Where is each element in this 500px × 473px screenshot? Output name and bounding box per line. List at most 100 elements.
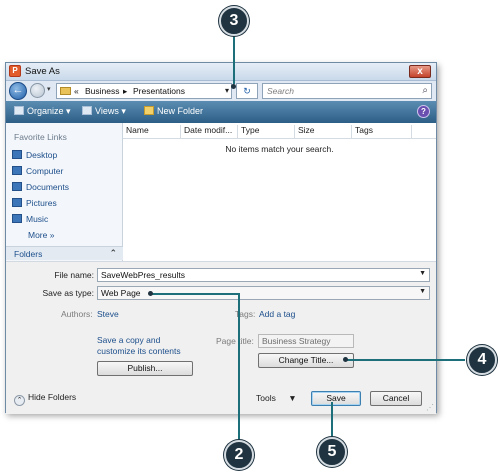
- favorite-link-pictures[interactable]: Pictures: [12, 198, 57, 211]
- computer-icon: [12, 166, 22, 175]
- callout-4-anchor: [343, 357, 348, 362]
- title-bar: P Save As x: [6, 63, 436, 81]
- callout-4-leader: [345, 359, 465, 361]
- file-name-label: File name:: [54, 270, 94, 280]
- chevron-up-icon: ⌃: [14, 395, 25, 406]
- favorite-link-label: Computer: [26, 166, 64, 176]
- file-name-value: SaveWebPres_results: [101, 270, 185, 280]
- header-divider: [123, 138, 436, 139]
- breadcrumb-business[interactable]: Business: [85, 86, 120, 96]
- favorite-link-label: Music: [26, 214, 49, 224]
- chevron-down-icon[interactable]: ▼: [419, 288, 426, 295]
- desktop-icon: [12, 150, 22, 159]
- breadcrumb-overflow[interactable]: «: [74, 86, 79, 96]
- hide-folders-button[interactable]: ⌃ Hide Folders: [14, 392, 76, 406]
- organize-icon: [14, 106, 24, 115]
- tools-dropdown-icon: ▼: [288, 393, 297, 403]
- save-options-panel: File name: SaveWebPres_results ▼ Save as…: [6, 261, 436, 414]
- file-list[interactable]: Name Date modif... Type Size Tags No ite…: [123, 123, 436, 261]
- save-as-type-value: Web Page: [101, 288, 141, 298]
- favorite-link-documents[interactable]: Documents: [12, 182, 69, 195]
- column-header-date-modified[interactable]: Date modif...: [181, 125, 238, 138]
- change-title-button[interactable]: Change Title...: [258, 353, 354, 368]
- hide-folders-label: Hide Folders: [28, 392, 77, 402]
- command-toolbar: Organize ▾ Views ▾ New Folder ?: [6, 101, 436, 123]
- callout-5: 5: [317, 437, 347, 467]
- tools-menu[interactable]: Tools ▼: [256, 393, 297, 403]
- callout-5-leader: [331, 402, 333, 437]
- tools-label: Tools: [256, 393, 276, 403]
- callout-4: 4: [467, 345, 497, 375]
- forward-button[interactable]: [30, 83, 45, 98]
- pictures-icon: [12, 198, 22, 207]
- close-button[interactable]: x: [409, 65, 431, 78]
- save-as-type-select[interactable]: Web Page ▼: [97, 286, 430, 300]
- callout-3: 3: [219, 6, 249, 36]
- favorite-link-music[interactable]: Music: [12, 214, 48, 227]
- chevron-up-icon: ⌃: [109, 248, 117, 258]
- save-copy-text-line2: customize its contents: [97, 346, 181, 356]
- save-button[interactable]: Save: [311, 391, 361, 406]
- search-input[interactable]: Search ⌕: [262, 83, 432, 99]
- callout-2-leader-horizontal: [150, 293, 240, 295]
- back-button[interactable]: ←: [9, 82, 27, 100]
- favorite-link-label: Documents: [26, 182, 69, 192]
- favorite-link-computer[interactable]: Computer: [12, 166, 63, 179]
- favorite-link-label: Desktop: [26, 150, 58, 160]
- breadcrumb-presentations[interactable]: Presentations: [133, 86, 185, 96]
- music-icon: [12, 214, 22, 223]
- page-title-label: Page title:: [216, 336, 254, 346]
- chevron-down-icon[interactable]: ▼: [419, 270, 426, 277]
- more-links[interactable]: More »: [28, 230, 54, 243]
- column-header-tags[interactable]: Tags: [352, 125, 412, 138]
- column-header-name[interactable]: Name: [123, 125, 181, 138]
- add-tag-field[interactable]: Add a tag: [259, 309, 295, 319]
- new-folder-label: New Folder: [157, 106, 204, 116]
- new-folder-button[interactable]: New Folder: [144, 106, 203, 116]
- organize-label: Organize: [27, 106, 64, 116]
- favorite-link-desktop[interactable]: Desktop: [12, 150, 57, 163]
- address-dropdown-icon[interactable]: ▾: [225, 86, 229, 95]
- address-bar[interactable]: « Business ▸ Presentations ▾: [56, 83, 232, 99]
- save-as-type-label: Save as type:: [42, 288, 94, 298]
- more-chevron-icon: »: [49, 230, 55, 240]
- search-icon[interactable]: ⌕: [422, 85, 428, 96]
- callout-3-leader: [233, 36, 235, 84]
- organize-dropdown-icon: ▾: [66, 106, 71, 116]
- views-icon: [82, 106, 92, 115]
- authors-value[interactable]: Steve: [97, 309, 119, 319]
- views-menu[interactable]: Views ▾: [82, 106, 126, 117]
- callout-2-anchor: [148, 291, 153, 296]
- file-name-field[interactable]: SaveWebPres_results ▼: [97, 268, 430, 282]
- favorite-link-label: Pictures: [26, 198, 57, 208]
- callout-2-leader-vertical: [238, 293, 240, 440]
- callout-3-anchor: [231, 84, 236, 89]
- more-label: More: [28, 230, 48, 240]
- folder-icon: [60, 87, 71, 95]
- recent-pages-dropdown[interactable]: ▾: [47, 85, 51, 93]
- search-placeholder: Search: [267, 86, 294, 96]
- breadcrumb-separator[interactable]: ▸: [123, 86, 127, 97]
- publish-button[interactable]: Publish...: [97, 361, 193, 376]
- column-header-size[interactable]: Size: [295, 125, 352, 138]
- save-copy-text-line1: Save a copy and: [97, 335, 161, 345]
- documents-icon: [12, 182, 22, 191]
- organize-menu[interactable]: Organize ▾: [14, 106, 71, 117]
- cancel-button[interactable]: Cancel: [370, 391, 422, 406]
- views-label: Views: [95, 106, 119, 116]
- powerpoint-icon: P: [9, 65, 21, 77]
- folders-label: Folders: [14, 249, 43, 259]
- views-dropdown-icon: ▾: [121, 106, 126, 116]
- navigation-pane: Favorite Links Desktop Computer Document…: [6, 123, 123, 261]
- callout-2: 2: [224, 440, 254, 470]
- window-title: Save As: [25, 66, 60, 77]
- column-header-type[interactable]: Type: [238, 125, 295, 138]
- page-title-field[interactable]: Business Strategy: [258, 334, 354, 348]
- new-folder-icon: [144, 106, 154, 115]
- refresh-button[interactable]: ↻: [236, 83, 258, 99]
- folders-toggle[interactable]: Folders ⌃: [6, 246, 123, 260]
- address-row: ← ▾ « Business ▸ Presentations ▾ ↻ Searc…: [6, 81, 436, 101]
- help-icon[interactable]: ?: [417, 105, 430, 118]
- empty-message: No items match your search.: [225, 144, 334, 154]
- resize-grip[interactable]: ⋰: [426, 403, 434, 412]
